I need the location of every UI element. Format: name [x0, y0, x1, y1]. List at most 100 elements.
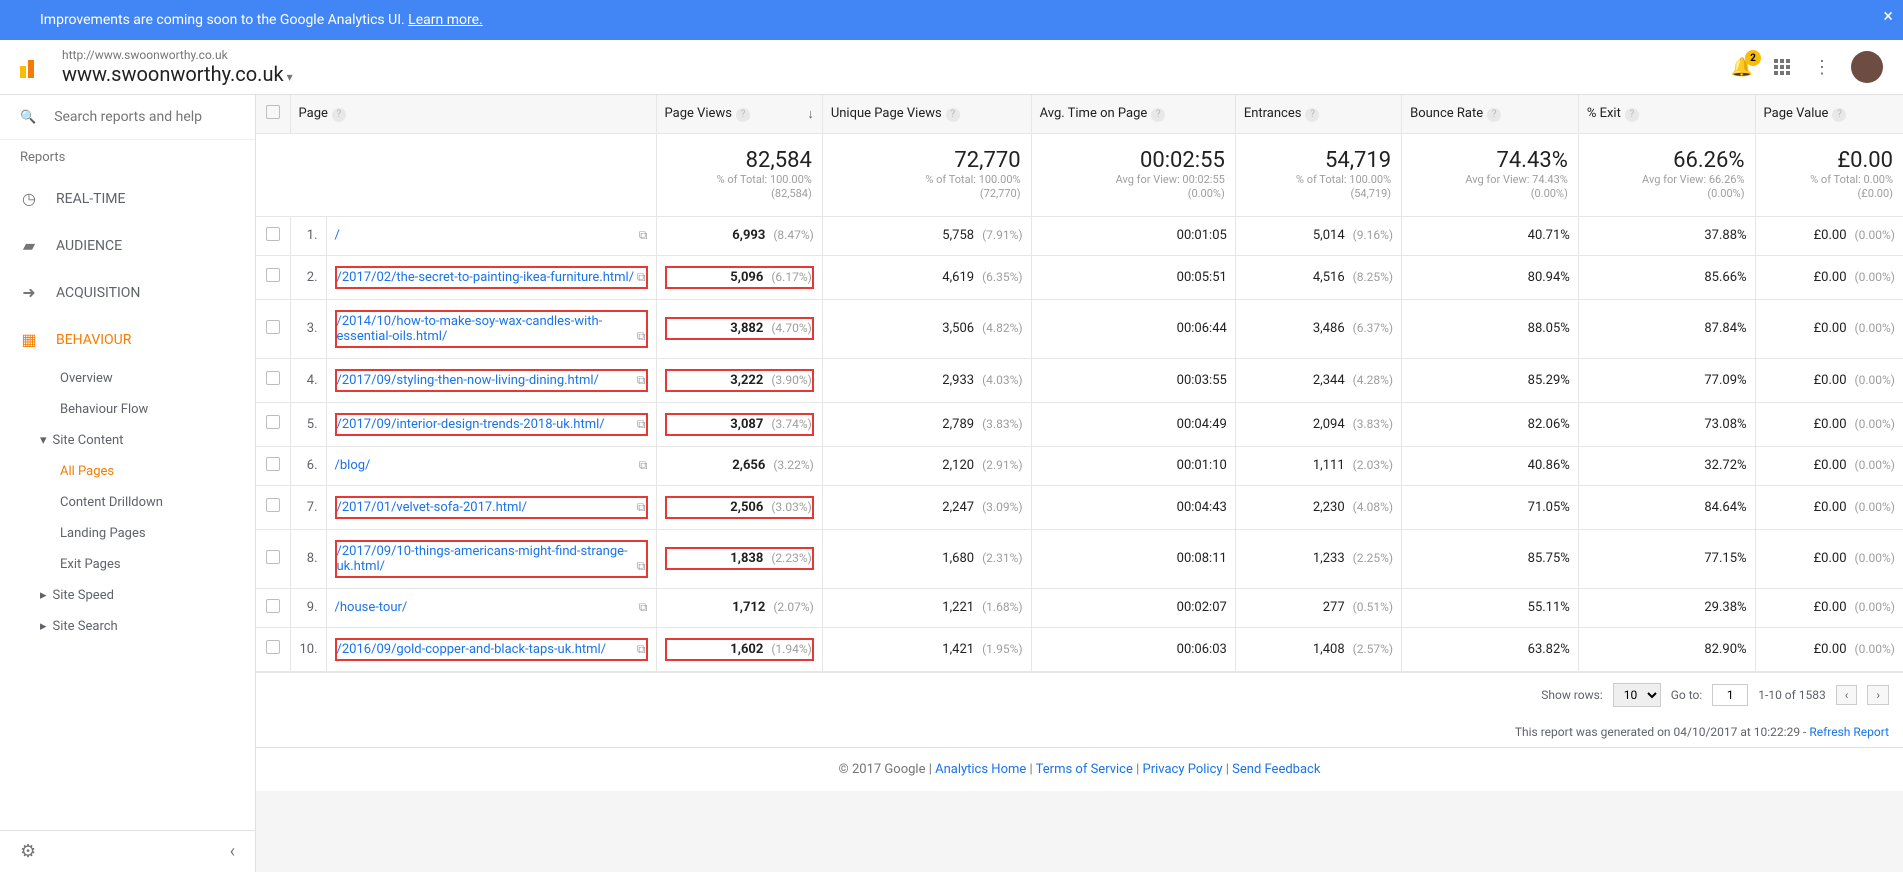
topbar: http://www.swoonworthy.co.uk www.swoonwo…: [0, 40, 1903, 95]
external-link-icon[interactable]: ⧉: [637, 417, 646, 432]
row-checkbox[interactable]: [266, 227, 280, 241]
footer-link[interactable]: Terms of Service: [1036, 762, 1133, 777]
subnav-site-search[interactable]: ▸Site Search: [40, 611, 255, 642]
row-index: 3.: [290, 299, 326, 358]
bell-icon[interactable]: 🔔 2: [1731, 56, 1753, 78]
row-checkbox[interactable]: [266, 498, 280, 512]
table-row: 9./house-tour/⧉1,712(2.07%)1,221(1.68%)0…: [256, 588, 1903, 627]
page-path-link[interactable]: /2016/09/gold-copper-and-black-taps-uk.h…: [337, 642, 607, 657]
external-link-icon[interactable]: ⧉: [639, 458, 648, 473]
footer-link[interactable]: Send Feedback: [1232, 762, 1320, 777]
rows-select[interactable]: 10: [1613, 683, 1661, 707]
help-icon[interactable]: ?: [1151, 108, 1165, 122]
help-icon[interactable]: ?: [946, 108, 960, 122]
sidebar-item-realtime[interactable]: ◷ REAL-TIME: [0, 175, 255, 222]
col-entrances[interactable]: Entrances?: [1235, 95, 1401, 134]
pager: Show rows: 10 Go to: 1-10 of 1583 ‹ ›: [256, 672, 1903, 717]
row-checkbox[interactable]: [266, 599, 280, 613]
sidebar-item-behaviour[interactable]: ▦ BEHAVIOUR: [0, 316, 255, 363]
col-avgtime[interactable]: Avg. Time on Page?: [1031, 95, 1235, 134]
sidebar-item-audience[interactable]: ▰ AUDIENCE: [0, 222, 255, 269]
row-checkbox[interactable]: [266, 457, 280, 471]
row-checkbox[interactable]: [266, 550, 280, 564]
col-page: Page?: [290, 95, 656, 134]
goto-input[interactable]: [1712, 684, 1748, 706]
subnav-content-drilldown[interactable]: Content Drilldown: [60, 487, 255, 518]
sidebar: 🔍 Reports ◷ REAL-TIME ▰ AUDIENCE ➜ ACQUI…: [0, 95, 256, 872]
prev-page-button[interactable]: ‹: [1836, 685, 1858, 705]
sidebar-item-label: REAL-TIME: [56, 191, 125, 207]
property-selector[interactable]: http://www.swoonworthy.co.uk www.swoonwo…: [62, 48, 1731, 86]
row-index: 7.: [290, 485, 326, 529]
subnav-exit-pages[interactable]: Exit Pages: [60, 549, 255, 580]
help-icon[interactable]: ?: [332, 108, 346, 122]
property-url: http://www.swoonworthy.co.uk: [62, 48, 1731, 62]
search-input[interactable]: [54, 109, 224, 125]
row-index: 8.: [290, 529, 326, 588]
subnav-behaviour-flow[interactable]: Behaviour Flow: [60, 394, 255, 425]
more-icon[interactable]: ⋮: [1811, 56, 1833, 78]
data-table: Page? Page Views?↓ Unique Page Views? Av…: [256, 95, 1903, 672]
row-checkbox[interactable]: [266, 320, 280, 334]
col-pageviews[interactable]: Page Views?↓: [656, 95, 822, 134]
row-index: 4.: [290, 358, 326, 402]
col-value[interactable]: Page Value?: [1755, 95, 1903, 134]
row-checkbox[interactable]: [266, 640, 280, 654]
subnav-all-pages[interactable]: All Pages: [60, 456, 255, 487]
footer-link[interactable]: Privacy Policy: [1143, 762, 1223, 777]
help-icon[interactable]: ?: [736, 108, 750, 122]
info-banner: Improvements are coming soon to the Goog…: [0, 0, 1903, 40]
external-link-icon[interactable]: ⧉: [637, 329, 646, 344]
banner-learn-more-link[interactable]: Learn more.: [408, 12, 483, 28]
page-path-link[interactable]: /: [335, 228, 340, 243]
external-link-icon[interactable]: ⧉: [639, 228, 648, 243]
select-all-checkbox[interactable]: [266, 105, 280, 119]
subnav-site-content[interactable]: ▾Site Content: [40, 425, 255, 456]
footer-link[interactable]: Analytics Home: [935, 762, 1026, 777]
page-path-link[interactable]: /2017/09/styling-then-now-living-dining.…: [337, 373, 599, 388]
collapse-icon[interactable]: ‹: [230, 841, 235, 862]
external-link-icon[interactable]: ⧉: [639, 600, 648, 615]
sidebar-item-acquisition[interactable]: ➜ ACQUISITION: [0, 269, 255, 316]
next-page-button[interactable]: ›: [1867, 685, 1889, 705]
close-icon[interactable]: ×: [1883, 6, 1893, 27]
page-path-link[interactable]: /blog/: [335, 458, 371, 473]
help-icon[interactable]: ?: [1832, 108, 1846, 122]
page-path-link[interactable]: /2014/10/how-to-make-soy-wax-candles-wit…: [337, 314, 603, 344]
row-checkbox[interactable]: [266, 371, 280, 385]
page-path-link[interactable]: /house-tour/: [335, 600, 408, 615]
footer: © 2017 Google | Analytics Home | Terms o…: [256, 747, 1903, 791]
help-icon[interactable]: ?: [1305, 108, 1319, 122]
row-index: 1.: [290, 216, 326, 255]
page-path-link[interactable]: /2017/09/10-things-americans-might-find-…: [337, 544, 628, 574]
avatar[interactable]: [1851, 51, 1883, 83]
col-bounce[interactable]: Bounce Rate?: [1402, 95, 1579, 134]
table-row: 10./2016/09/gold-copper-and-black-taps-u…: [256, 627, 1903, 671]
sort-desc-icon: ↓: [807, 106, 814, 122]
page-path-link[interactable]: /2017/01/velvet-sofa-2017.html/: [337, 500, 527, 515]
row-checkbox[interactable]: [266, 268, 280, 282]
col-upv[interactable]: Unique Page Views?: [822, 95, 1031, 134]
apps-icon[interactable]: [1771, 56, 1793, 78]
subnav-site-speed[interactable]: ▸Site Speed: [40, 580, 255, 611]
clock-icon: ◷: [20, 189, 38, 208]
external-link-icon[interactable]: ⧉: [637, 373, 646, 388]
external-link-icon[interactable]: ⧉: [637, 500, 646, 515]
help-icon[interactable]: ?: [1625, 108, 1639, 122]
external-link-icon[interactable]: ⧉: [637, 642, 646, 657]
page-path-link[interactable]: /2017/09/interior-design-trends-2018-uk.…: [337, 417, 605, 432]
page-path-link[interactable]: /2017/02/the-secret-to-painting-ikea-fur…: [337, 270, 635, 285]
refresh-report-link[interactable]: Refresh Report: [1809, 725, 1889, 739]
row-index: 9.: [290, 588, 326, 627]
table-row: 7./2017/01/velvet-sofa-2017.html/⧉2,506(…: [256, 485, 1903, 529]
search-box[interactable]: 🔍: [0, 95, 255, 140]
external-link-icon[interactable]: ⧉: [637, 270, 646, 285]
subnav-overview[interactable]: Overview: [60, 363, 255, 394]
subnav-landing-pages[interactable]: Landing Pages: [60, 518, 255, 549]
help-icon[interactable]: ?: [1487, 108, 1501, 122]
external-link-icon[interactable]: ⧉: [637, 559, 646, 574]
col-exit[interactable]: % Exit?: [1578, 95, 1755, 134]
table-row: 1./⧉6,993(8.47%)5,758(7.91%)00:01:055,01…: [256, 216, 1903, 255]
row-checkbox[interactable]: [266, 415, 280, 429]
gear-icon[interactable]: ⚙: [20, 841, 36, 862]
